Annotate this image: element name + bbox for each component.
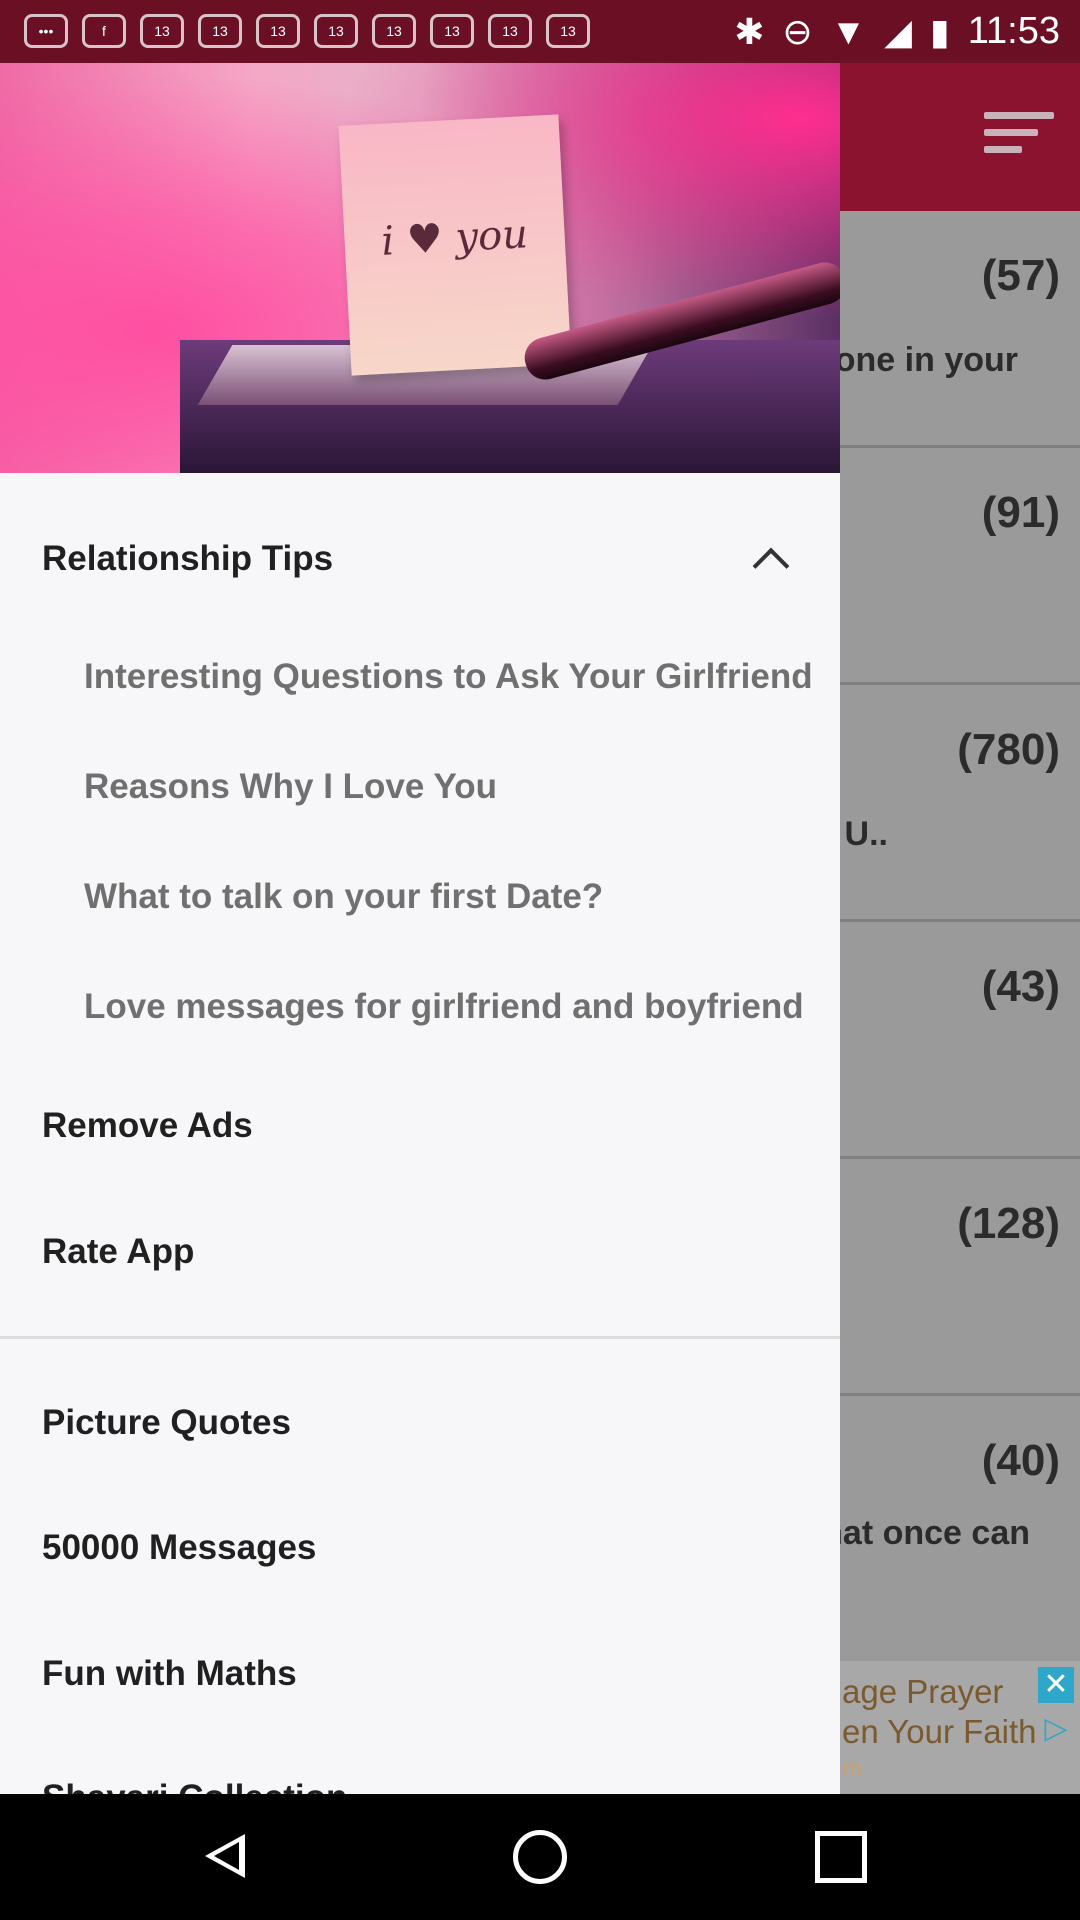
menu-item-label: What to talk on your first Date? <box>84 877 604 916</box>
item-snippet: hat once can <box>822 1514 1030 1552</box>
item-snippet: U.. <box>844 815 888 853</box>
system-navigation-bar <box>0 1794 1080 1920</box>
item-count: (780) <box>957 725 1060 774</box>
wifi-icon: ▼ <box>830 10 867 52</box>
abc13-icon: 13 <box>256 14 300 48</box>
abc13-icon: 13 <box>314 14 358 48</box>
item-count: (57) <box>981 251 1060 300</box>
signal-icon: ◢ <box>884 10 912 52</box>
menu-item-label: Rate App <box>42 1232 195 1271</box>
abc13-icon: 13 <box>372 14 416 48</box>
facebook-icon: f <box>82 14 126 48</box>
ad-choices-icon[interactable]: ▷ <box>1038 1711 1074 1747</box>
drawer-divider <box>0 1336 840 1339</box>
menu-item-label: Fun with Maths <box>42 1654 297 1693</box>
ad-line: age Prayer <box>842 1673 1004 1710</box>
chevron-up-icon[interactable] <box>752 547 790 585</box>
navigation-drawer: i ♥ you Relationship Tips Interesting Qu… <box>0 0 840 1794</box>
clock: 11:53 <box>967 10 1060 52</box>
drawer-header-image: i ♥ you <box>0 0 840 473</box>
ad-close-icon[interactable]: ✕ <box>1038 1667 1074 1703</box>
abc13-icon: 13 <box>488 14 532 48</box>
abc13-icon: 13 <box>198 14 242 48</box>
menu-item-label: Interesting Questions to Ask Your Girlfr… <box>84 657 813 696</box>
menu-item-label: Remove Ads <box>42 1106 253 1145</box>
recent-apps-icon[interactable] <box>815 1831 867 1883</box>
menu-item-label: 50000 Messages <box>42 1528 317 1567</box>
ad-line: en Your Faith <box>842 1713 1037 1750</box>
item-count: (43) <box>981 962 1060 1011</box>
menu-item-interesting-questions[interactable]: Interesting Questions to Ask Your Girlfr… <box>84 657 840 697</box>
item-count: (40) <box>981 1436 1060 1485</box>
section-title: Relationship Tips <box>42 539 334 578</box>
bluetooth-icon: ✱ <box>734 10 765 52</box>
abc13-icon: 13 <box>430 14 474 48</box>
menu-item-reasons-why[interactable]: Reasons Why I Love You <box>84 767 840 807</box>
back-icon-inner <box>214 1842 239 1870</box>
menu-item-label: Reasons Why I Love You <box>84 767 497 806</box>
do-not-disturb-icon: ⊖ <box>782 10 813 52</box>
more-icon: ••• <box>24 14 68 48</box>
item-snippet: one in your <box>834 341 1018 379</box>
sort-menu-icon[interactable] <box>984 112 1054 158</box>
menu-item-label: Shayari Collection <box>42 1778 347 1794</box>
item-count: (128) <box>957 1199 1060 1248</box>
battery-icon: ▮ <box>929 10 950 52</box>
menu-item-label: Love messages for girlfriend and boyfrie… <box>84 987 804 1026</box>
notification-icons: ••• f 13 13 13 13 13 13 13 13 <box>24 14 590 48</box>
home-icon[interactable] <box>513 1830 567 1884</box>
love-note: i ♥ you <box>338 114 572 376</box>
status-bar: ••• f 13 13 13 13 13 13 13 13 ✱ ⊖ ▼ ◢ ▮ … <box>0 0 1080 63</box>
item-count: (91) <box>981 488 1060 537</box>
ad-line: m <box>842 1755 862 1782</box>
abc13-icon: 13 <box>140 14 184 48</box>
menu-item-label: Picture Quotes <box>42 1403 291 1442</box>
menu-item-love-messages[interactable]: Love messages for girlfriend and boyfrie… <box>84 987 840 1027</box>
love-note-text: i ♥ you <box>380 211 530 265</box>
menu-item-first-date[interactable]: What to talk on your first Date? <box>84 877 840 917</box>
abc13-icon: 13 <box>546 14 590 48</box>
